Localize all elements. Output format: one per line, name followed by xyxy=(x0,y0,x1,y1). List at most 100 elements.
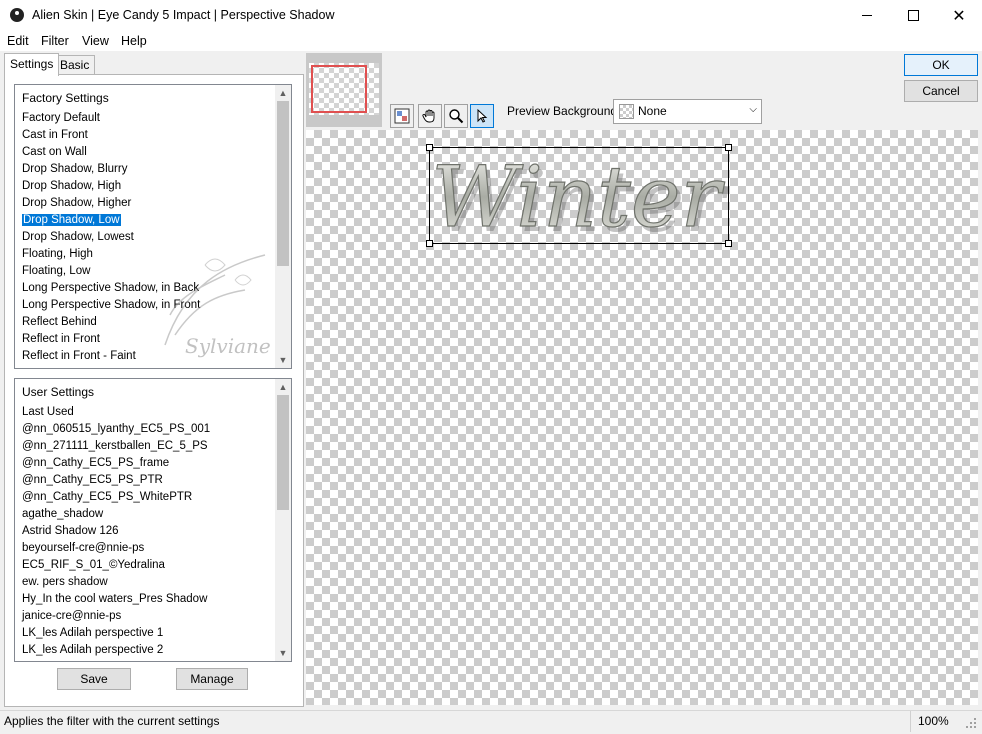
user-item-label: Astrid Shadow 126 xyxy=(22,525,119,537)
user-item[interactable]: @nn_271111_kerstballen_EC_5_PS xyxy=(21,438,275,455)
chevron-down-icon: ⌵ xyxy=(749,104,757,115)
factory-item-label: Reflect in Front - Faint xyxy=(22,350,136,362)
user-item-label: @nn_Cathy_EC5_PS_PTR xyxy=(22,474,163,486)
user-item[interactable]: beyourself-cre@nnie-ps xyxy=(21,540,275,557)
user-item-label: LK_les Adilah perspective 2 xyxy=(22,644,164,656)
factory-item[interactable]: Drop Shadow, Higher xyxy=(21,195,275,212)
user-item[interactable]: agathe_shadow xyxy=(21,506,275,523)
factory-item-label: Drop Shadow, Lowest xyxy=(22,231,134,243)
user-item[interactable]: ew. pers shadow xyxy=(21,574,275,591)
factory-item-label: Floating, Low xyxy=(22,265,91,277)
resize-handle[interactable] xyxy=(725,144,732,151)
factory-scrollbar[interactable]: ▲ ▼ xyxy=(275,85,291,368)
user-item-label: @nn_060515_lyanthy_EC5_PS_001 xyxy=(22,423,211,435)
factory-scroll-thumb[interactable] xyxy=(277,101,289,266)
winter-artwork: Winter Winter xyxy=(431,148,728,243)
zoom-icon xyxy=(449,109,464,124)
factory-item-label: Cast on Wall xyxy=(22,146,87,158)
resize-grip-icon[interactable] xyxy=(964,716,978,730)
resize-handle[interactable] xyxy=(725,240,732,247)
navigator-canvas xyxy=(309,63,379,115)
user-item-label: Last Used xyxy=(22,406,74,418)
factory-item-label: Floating, High xyxy=(22,248,93,260)
watermark-sylviane: Sylviane xyxy=(164,254,271,358)
user-item-label: Hy_In the cool waters_Pres Shadow xyxy=(22,593,208,605)
navigator-thumbnail[interactable] xyxy=(306,53,382,127)
factory-item[interactable]: Drop Shadow, Lowest xyxy=(21,229,275,246)
factory-settings-header: Factory Settings xyxy=(22,91,109,105)
user-settings-list[interactable]: User Settings Last Used @nn_060515_lyanth… xyxy=(14,378,292,662)
minimize-icon xyxy=(862,15,872,16)
tab-basic[interactable]: Basic xyxy=(54,55,96,74)
watermark-text: Sylviane xyxy=(185,334,271,358)
user-item[interactable]: Last Used xyxy=(21,404,275,421)
user-item-label: @nn_Cathy_EC5_PS_frame xyxy=(22,457,170,469)
tab-strip: Settings Basic xyxy=(4,53,304,76)
factory-item[interactable]: Factory Default xyxy=(21,110,275,127)
close-icon: ✕ xyxy=(952,7,966,25)
tab-settings[interactable]: Settings xyxy=(4,53,60,76)
scroll-up-icon[interactable]: ▲ xyxy=(275,85,291,101)
user-item-label: @nn_271111_kerstballen_EC_5_PS xyxy=(22,440,208,452)
hand-icon xyxy=(422,109,435,123)
maximize-button[interactable] xyxy=(890,0,936,31)
preview-background-select[interactable]: None ⌵ xyxy=(613,99,762,124)
user-item[interactable]: @nn_Cathy_EC5_PS_WhitePTR xyxy=(21,489,275,506)
user-item[interactable]: Astrid Shadow 126 xyxy=(21,523,275,540)
factory-item[interactable]: Drop Shadow, Low xyxy=(21,212,275,229)
user-scrollbar[interactable]: ▲ ▼ xyxy=(275,379,291,661)
hand-tool-button[interactable] xyxy=(418,104,442,128)
factory-item-label: Factory Default xyxy=(22,112,100,124)
manage-button[interactable]: Manage xyxy=(176,668,248,690)
factory-item-label: Drop Shadow, Low xyxy=(22,214,121,226)
minimize-button[interactable] xyxy=(844,0,890,31)
user-item[interactable]: @nn_060515_lyanthy_EC5_PS_001 xyxy=(21,421,275,438)
user-item[interactable]: @nn_Cathy_EC5_PS_frame xyxy=(21,455,275,472)
user-item-label: agathe_shadow xyxy=(22,508,104,520)
menu-edit[interactable]: Edit xyxy=(7,34,29,48)
menu-view[interactable]: View xyxy=(82,34,109,48)
cancel-button[interactable]: Cancel xyxy=(904,80,978,102)
user-item[interactable]: EC5_RIF_S_01_©Yedralina xyxy=(21,557,275,574)
zoom-tool-button[interactable] xyxy=(444,104,468,128)
factory-item[interactable]: Cast in Front xyxy=(21,127,275,144)
factory-item-label: Drop Shadow, Higher xyxy=(22,197,132,209)
user-item[interactable]: LK_les Adilah perspective 2 xyxy=(21,642,275,659)
user-scroll-thumb[interactable] xyxy=(277,395,289,510)
factory-item[interactable]: Cast on Wall xyxy=(21,144,275,161)
scroll-down-icon[interactable]: ▼ xyxy=(275,645,291,661)
user-item-label: beyourself-cre@nnie-ps xyxy=(22,542,145,554)
factory-item-label: Cast in Front xyxy=(22,129,88,141)
factory-item-label: Reflect Behind xyxy=(22,316,97,328)
user-item[interactable]: janice-cre@nnie-ps xyxy=(21,608,275,625)
menu-filter[interactable]: Filter xyxy=(41,34,69,48)
scroll-down-icon[interactable]: ▼ xyxy=(275,352,291,368)
preview-toggle-button[interactable] xyxy=(390,104,414,128)
scroll-up-icon[interactable]: ▲ xyxy=(275,379,291,395)
factory-item[interactable]: Drop Shadow, Blurry xyxy=(21,161,275,178)
maximize-icon xyxy=(907,10,919,21)
factory-settings-list[interactable]: Factory Settings Factory Default Cast in … xyxy=(14,84,292,369)
navigator-view-rect[interactable] xyxy=(311,65,367,113)
status-divider xyxy=(910,711,911,732)
zoom-level: 100% xyxy=(918,714,949,728)
pointer-icon xyxy=(477,108,488,123)
user-item[interactable]: LK_les Adilah perspective 1 xyxy=(21,625,275,642)
user-item-label: @nn_Cathy_EC5_PS_WhitePTR xyxy=(22,491,193,503)
app-icon xyxy=(10,8,24,22)
user-item-label: ew. pers shadow xyxy=(22,576,108,588)
user-item-label: EC5_RIF_S_01_©Yedralina xyxy=(22,559,165,571)
menu-help[interactable]: Help xyxy=(121,34,147,48)
selection-bounding-box[interactable]: Winter Winter xyxy=(426,144,732,247)
save-button[interactable]: Save xyxy=(57,668,131,690)
window-title: Alien Skin | Eye Candy 5 Impact | Perspe… xyxy=(32,8,335,22)
resize-handle[interactable] xyxy=(426,144,433,151)
close-button[interactable]: ✕ xyxy=(936,0,982,31)
pointer-tool-button[interactable] xyxy=(470,104,494,128)
user-item[interactable]: Hy_In the cool waters_Pres Shadow xyxy=(21,591,275,608)
ok-button[interactable]: OK xyxy=(904,54,978,76)
factory-item-label: Drop Shadow, Blurry xyxy=(22,163,128,175)
factory-item[interactable]: Drop Shadow, High xyxy=(21,178,275,195)
user-item[interactable]: @nn_Cathy_EC5_PS_PTR xyxy=(21,472,275,489)
resize-handle[interactable] xyxy=(426,240,433,247)
